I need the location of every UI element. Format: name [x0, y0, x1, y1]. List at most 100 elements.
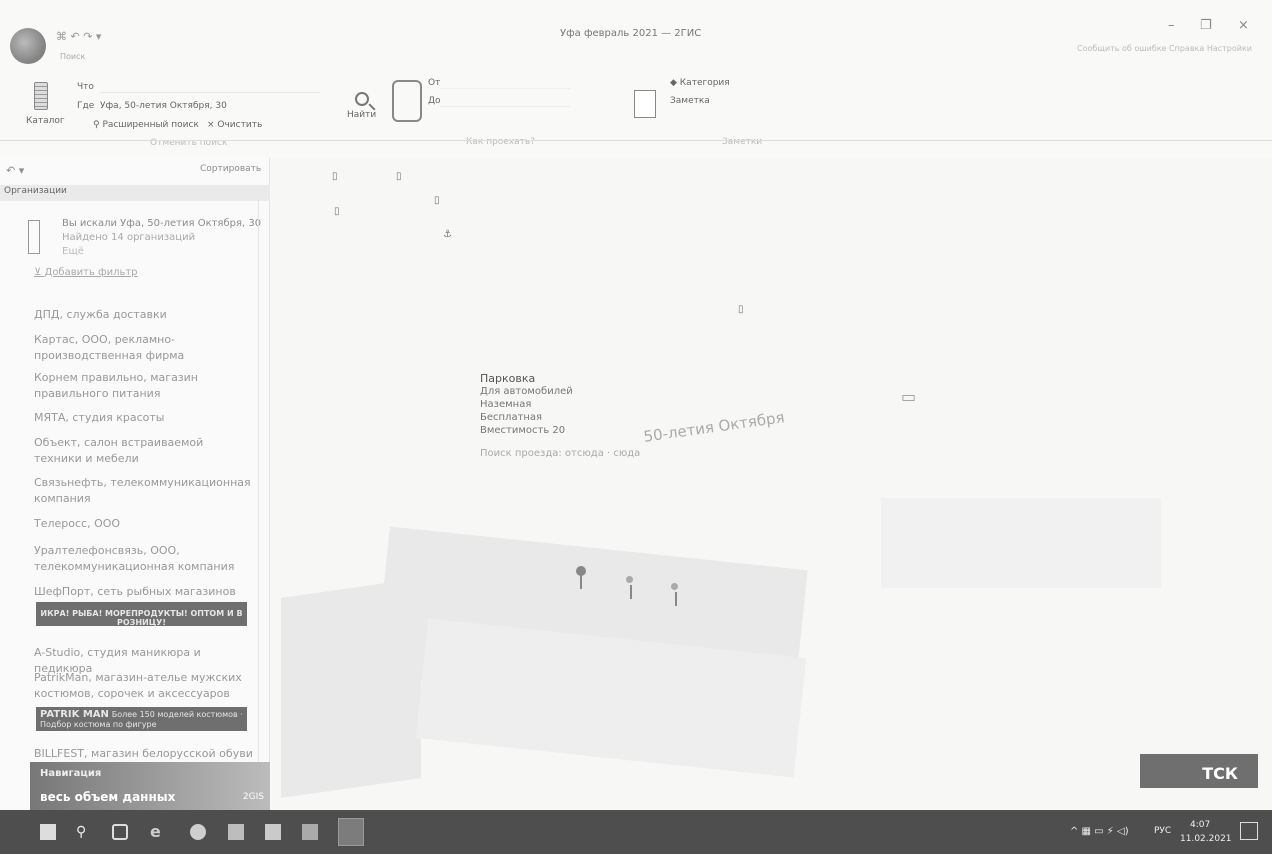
- 2gis-taskbar-icon[interactable]: [338, 818, 364, 846]
- find-button[interactable]: Найти: [347, 110, 376, 120]
- restore-icon[interactable]: ❐: [1200, 18, 1212, 33]
- advanced-search-label: Расширенный поиск: [102, 120, 199, 130]
- list-item[interactable]: Уралтелефонсвязь, ООО, телекоммуникацион…: [34, 543, 254, 575]
- route-from-input[interactable]: [440, 78, 570, 89]
- add-filter-label: Добавить фильтр: [44, 267, 138, 278]
- tsk-badge[interactable]: ТСК: [1140, 754, 1258, 788]
- results-sidebar: ↶ ▾ Сортировать Организации Вы искали Уф…: [0, 158, 270, 812]
- clear-icon: ×: [207, 120, 218, 130]
- list-item[interactable]: Телеросс, ООО: [34, 516, 254, 532]
- find-icon[interactable]: [355, 92, 369, 106]
- document-icon: [28, 220, 40, 254]
- catalog-icon[interactable]: [34, 82, 48, 110]
- window-title: Уфа февраль 2021 — 2ГИС: [560, 28, 702, 39]
- bottom-ad-line1: Навигация: [40, 768, 102, 779]
- note-button[interactable]: Заметка: [670, 96, 710, 106]
- where-input[interactable]: Уфа, 50-летия Октября, 30: [100, 101, 227, 111]
- found-count: Найдено 14 организаций: [62, 232, 196, 243]
- taskbar: ⚲ e ^ ▦ ▭ ⚡ ◁) РУС 4:07 11.02.2021: [0, 810, 1272, 854]
- clock-date[interactable]: 11.02.2021: [1180, 834, 1232, 844]
- catalog-button[interactable]: Каталог: [26, 116, 65, 126]
- edge-icon[interactable]: e: [150, 824, 166, 840]
- top-links[interactable]: Сообщить об ошибке Справка Настройки: [1077, 44, 1252, 53]
- store-icon[interactable]: [265, 824, 281, 840]
- where-label: Где: [77, 101, 95, 111]
- route-icon[interactable]: [392, 80, 422, 122]
- popup-route-link[interactable]: Поиск проезда: отсюда · сюда: [480, 447, 640, 460]
- map-icon-building[interactable]: ▯: [396, 170, 402, 183]
- popup-line: Бесплатная: [480, 412, 543, 423]
- history-back-button[interactable]: ↶ ▾: [6, 164, 24, 177]
- list-item[interactable]: ДПД, служба доставки: [34, 307, 254, 323]
- clear-button[interactable]: × Очистить: [207, 120, 262, 130]
- map-icon-building[interactable]: ▯: [332, 170, 338, 183]
- chrome-icon[interactable]: [190, 824, 206, 840]
- how-to-get-group: Как проехать?: [466, 137, 536, 147]
- map-marker-icon[interactable]: [671, 583, 678, 606]
- map-building: [881, 498, 1161, 588]
- sort-button[interactable]: Сортировать: [200, 164, 261, 174]
- bottom-ad-brand: 2GIS: [242, 792, 264, 802]
- title-bar: ⌘ ↶ ↷ ▾ Поиск Уфа февраль 2021 — 2ГИС – …: [0, 0, 1272, 64]
- add-filter-link[interactable]: ⊻ Добавить фильтр: [34, 267, 138, 278]
- minimize-icon[interactable]: –: [1168, 18, 1175, 33]
- ad-banner-shefport[interactable]: ИКРА! РЫБА! МОРЕПРОДУКТЫ! ОПТОМ И В РОЗН…: [36, 602, 247, 627]
- list-item[interactable]: Картас, ООО, рекламно-производственная ф…: [34, 332, 254, 364]
- bottom-ad-banner[interactable]: Навигация весь объем данных 2GIS: [30, 762, 270, 812]
- parking-popup: Парковка Для автомобилей Наземная Беспла…: [480, 372, 640, 460]
- map-icon-building[interactable]: ▯: [434, 194, 440, 207]
- folder-icon[interactable]: [228, 824, 244, 840]
- task-view-icon[interactable]: [112, 824, 128, 840]
- map-icon-building[interactable]: ▯: [738, 303, 744, 316]
- tag-icon: ◆: [670, 78, 680, 88]
- more-link[interactable]: Ещё: [62, 246, 84, 257]
- advanced-search-link[interactable]: ⚲ Расширенный поиск: [93, 120, 199, 130]
- tray-icons[interactable]: ^ ▦ ▭ ⚡ ◁): [1070, 826, 1129, 837]
- popup-line: Для автомобилей: [480, 386, 573, 397]
- app-logo-icon[interactable]: [10, 28, 46, 64]
- map-icon-building[interactable]: ⚓: [443, 228, 452, 241]
- map-icon-building[interactable]: ▯: [334, 205, 340, 218]
- route-from-label: От: [428, 78, 441, 88]
- what-label: Что: [77, 82, 94, 92]
- map-view[interactable]: ▯ ▯ ▯ ▯ ⚓ ▯ Парковка Для автомобилей Наз…: [271, 158, 1272, 810]
- close-icon[interactable]: ×: [1238, 18, 1249, 33]
- category-button[interactable]: ◆ Категория: [670, 78, 730, 88]
- language-indicator[interactable]: РУС: [1154, 826, 1171, 836]
- tab-search[interactable]: Поиск: [60, 52, 85, 61]
- clear-label: Очистить: [217, 120, 263, 130]
- search-icon[interactable]: ⚲: [76, 824, 92, 840]
- ribbon-divider: [0, 140, 1272, 141]
- popup-title: Парковка: [480, 372, 536, 385]
- notes-group-label: Заметки: [722, 137, 763, 147]
- section-title: Организации: [4, 186, 67, 196]
- clock-time[interactable]: 4:07: [1190, 820, 1210, 830]
- ad-banner-patrikman[interactable]: PATRIK MAN Более 150 моделей костюмов · …: [36, 707, 247, 731]
- map-marker-icon[interactable]: [626, 576, 633, 599]
- list-item[interactable]: Объект, салон встраиваемой техники и меб…: [34, 435, 254, 467]
- note-icon[interactable]: [634, 90, 656, 118]
- quick-access-toolbar[interactable]: ⌘ ↶ ↷ ▾: [56, 30, 101, 43]
- you-searched-text: Вы искали Уфа, 50-летия Октября, 30: [62, 218, 262, 229]
- notification-icon[interactable]: [1240, 822, 1258, 840]
- popup-line: Вместимость 20: [480, 425, 566, 436]
- list-item[interactable]: BILLFEST, магазин белорусской обуви: [34, 746, 254, 762]
- map-marker-icon[interactable]: [576, 566, 586, 589]
- app-icon[interactable]: [302, 824, 318, 840]
- bottom-ad-line2: весь объем данных: [40, 790, 176, 804]
- popup-line: Наземная: [480, 399, 532, 410]
- route-to-label: До: [428, 96, 441, 106]
- route-to-input[interactable]: [440, 96, 570, 107]
- filter-icon: ⊻: [34, 267, 45, 278]
- windows-start-icon[interactable]: [40, 824, 56, 840]
- parking-sign-icon[interactable]: ▭: [901, 389, 916, 405]
- list-item[interactable]: ШефПорт, сеть рыбных магазинов: [34, 584, 254, 600]
- category-label: Категория: [679, 78, 730, 88]
- list-item[interactable]: PatrikMan, магазин-ателье мужских костюм…: [34, 670, 254, 702]
- app-window: ⌘ ↶ ↷ ▾ Поиск Уфа февраль 2021 — 2ГИС – …: [0, 0, 1272, 854]
- list-item[interactable]: Связьнефть, телекоммуникационная компани…: [34, 475, 254, 507]
- list-item[interactable]: Корнем правильно, магазин правильного пи…: [34, 370, 254, 402]
- what-input[interactable]: [100, 82, 320, 93]
- list-item[interactable]: МЯТА, студия красоты: [34, 410, 254, 426]
- sidebar-scrollbar[interactable]: [258, 198, 266, 768]
